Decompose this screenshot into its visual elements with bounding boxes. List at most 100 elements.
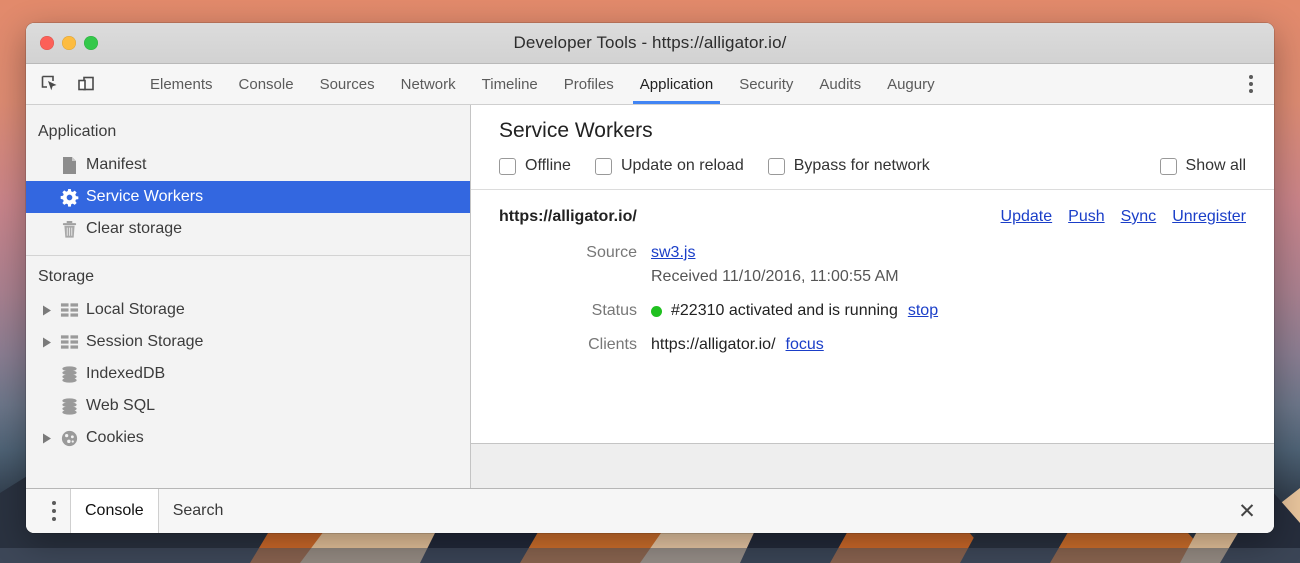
application-sidebar: Application Manifest Service Workers Cle… xyxy=(26,105,471,488)
table-icon xyxy=(56,302,82,318)
drawer-tabs: Console Search xyxy=(70,489,237,533)
trash-icon xyxy=(56,220,82,239)
show-all-checkbox[interactable]: Show all xyxy=(1159,157,1246,175)
update-link[interactable]: Update xyxy=(1001,208,1053,226)
push-link[interactable]: Push xyxy=(1068,208,1104,226)
checkbox-box[interactable] xyxy=(499,157,516,175)
window-titlebar: Developer Tools - https://alligator.io/ xyxy=(26,23,1274,64)
sidebar-item-label: Web SQL xyxy=(86,397,156,414)
sidebar-item-label: Clear storage xyxy=(86,220,183,237)
bypass-for-network-label: Bypass for network xyxy=(793,157,930,174)
update-on-reload-checkbox[interactable]: Update on reload xyxy=(594,157,744,175)
database-icon xyxy=(56,365,82,384)
stop-link[interactable]: stop xyxy=(908,300,938,322)
sidebar-item-web-sql[interactable]: Web SQL xyxy=(26,390,470,422)
cookie-icon xyxy=(56,429,82,448)
tab-profiles[interactable]: Profiles xyxy=(551,64,627,104)
sidebar-item-cookies[interactable]: Cookies xyxy=(26,422,470,454)
expand-arrow-icon[interactable] xyxy=(38,337,56,348)
update-on-reload-label: Update on reload xyxy=(620,157,744,174)
more-options-icon[interactable] xyxy=(1238,71,1264,97)
table-icon xyxy=(56,334,82,350)
status-indicator-icon xyxy=(651,305,662,317)
sidebar-item-label: Cookies xyxy=(86,429,144,446)
tab-console[interactable]: Console xyxy=(226,64,307,104)
clients-row: Clients https://alligator.io/ focus xyxy=(499,334,1246,356)
sidebar-item-label: Local Storage xyxy=(86,301,185,318)
sidebar-item-local-storage[interactable]: Local Storage xyxy=(26,294,470,326)
sidebar-item-label: Service Workers xyxy=(86,188,204,205)
expand-arrow-icon[interactable] xyxy=(38,433,56,444)
drawer-tab-console[interactable]: Console xyxy=(70,489,159,533)
tab-timeline[interactable]: Timeline xyxy=(469,64,551,104)
offline-label: Offline xyxy=(525,157,571,174)
service-worker-options: Offline Update on reload Bypass for netw… xyxy=(499,157,1274,189)
checkbox-box[interactable] xyxy=(1159,157,1177,175)
service-worker-header: https://alligator.io/ Update Push Sync U… xyxy=(499,208,1246,226)
document-icon xyxy=(56,156,82,175)
drawer-tab-search[interactable]: Search xyxy=(159,489,238,533)
offline-checkbox[interactable]: Offline xyxy=(499,157,571,175)
sidebar-item-clear-storage[interactable]: Clear storage xyxy=(26,213,470,245)
tab-security[interactable]: Security xyxy=(726,64,806,104)
page-title: Service Workers xyxy=(499,119,653,142)
source-received-text: Received 11/10/2016, 11:00:55 AM xyxy=(651,268,899,285)
tab-audits[interactable]: Audits xyxy=(806,64,874,104)
drawer-more-options-icon[interactable] xyxy=(38,489,70,533)
expand-arrow-icon[interactable] xyxy=(38,305,56,316)
checkbox-box[interactable] xyxy=(767,157,785,175)
panel-tabs: Elements Console Sources Network Timelin… xyxy=(137,64,1237,104)
sidebar-item-service-workers[interactable]: Service Workers xyxy=(26,181,470,213)
bypass-for-network-checkbox[interactable]: Bypass for network xyxy=(767,157,930,175)
sidebar-item-indexeddb[interactable]: IndexedDB xyxy=(26,358,470,390)
devtools-window: Developer Tools - https://alligator.io/ xyxy=(26,23,1274,533)
devtools-body: Application Manifest Service Workers Cle… xyxy=(26,105,1274,488)
sidebar-item-label: Manifest xyxy=(86,156,147,173)
clients-url: https://alligator.io/ xyxy=(651,336,776,353)
toolbar-right-group xyxy=(1237,64,1274,104)
unregister-link[interactable]: Unregister xyxy=(1172,208,1246,226)
sidebar-section-storage-title: Storage xyxy=(38,268,95,285)
tab-network[interactable]: Network xyxy=(388,64,469,104)
source-file-link[interactable]: sw3.js xyxy=(651,244,695,261)
inspect-element-icon[interactable] xyxy=(38,72,62,96)
show-all-label: Show all xyxy=(1185,157,1246,174)
sidebar-item-manifest[interactable]: Manifest xyxy=(26,149,470,181)
source-value: sw3.js Received 11/10/2016, 11:00:55 AM xyxy=(651,242,899,288)
status-row: Status #22310 activated and is running s… xyxy=(499,300,1246,322)
status-value: #22310 activated and is running stop xyxy=(651,300,938,322)
sidebar-section-application-title: Application xyxy=(38,123,117,140)
panel-footer xyxy=(471,443,1274,488)
gear-icon xyxy=(56,188,82,207)
device-toolbar-icon[interactable] xyxy=(74,72,98,96)
panel-header: Service Workers Offline Update on reload xyxy=(471,105,1274,189)
focus-link[interactable]: focus xyxy=(786,334,824,356)
close-icon[interactable]: ✕ xyxy=(1234,498,1260,524)
status-text: #22310 activated and is running xyxy=(671,302,898,319)
service-worker-origin: https://alligator.io/ xyxy=(499,208,637,225)
tab-augury[interactable]: Augury xyxy=(874,64,948,104)
clients-label: Clients xyxy=(588,336,637,353)
drawer-right-group: ✕ xyxy=(1234,489,1274,533)
sync-link[interactable]: Sync xyxy=(1121,208,1157,226)
source-label: Source xyxy=(586,244,637,261)
sidebar-item-label: Session Storage xyxy=(86,333,204,350)
toolbar-icon-group xyxy=(38,64,123,104)
console-drawer: Console Search ✕ xyxy=(26,488,1274,533)
window-title: Developer Tools - https://alligator.io/ xyxy=(513,33,787,52)
sidebar-item-session-storage[interactable]: Session Storage xyxy=(26,326,470,358)
service-worker-entry: https://alligator.io/ Update Push Sync U… xyxy=(471,190,1274,443)
service-workers-panel: Service Workers Offline Update on reload xyxy=(471,105,1274,488)
sidebar-item-label: IndexedDB xyxy=(86,365,166,382)
tab-sources[interactable]: Sources xyxy=(307,64,388,104)
checkbox-box[interactable] xyxy=(594,157,612,175)
desktop-background: Developer Tools - https://alligator.io/ xyxy=(0,0,1300,563)
status-label: Status xyxy=(591,302,637,319)
sidebar-divider xyxy=(26,255,470,256)
devtools-toolbar: Elements Console Sources Network Timelin… xyxy=(26,64,1274,105)
service-worker-actions: Update Push Sync Unregister xyxy=(1001,208,1246,226)
tab-elements[interactable]: Elements xyxy=(137,64,226,104)
clients-value: https://alligator.io/ focus xyxy=(651,334,824,356)
source-row: Source sw3.js Received 11/10/2016, 11:00… xyxy=(499,242,1246,288)
tab-application[interactable]: Application xyxy=(627,64,726,104)
